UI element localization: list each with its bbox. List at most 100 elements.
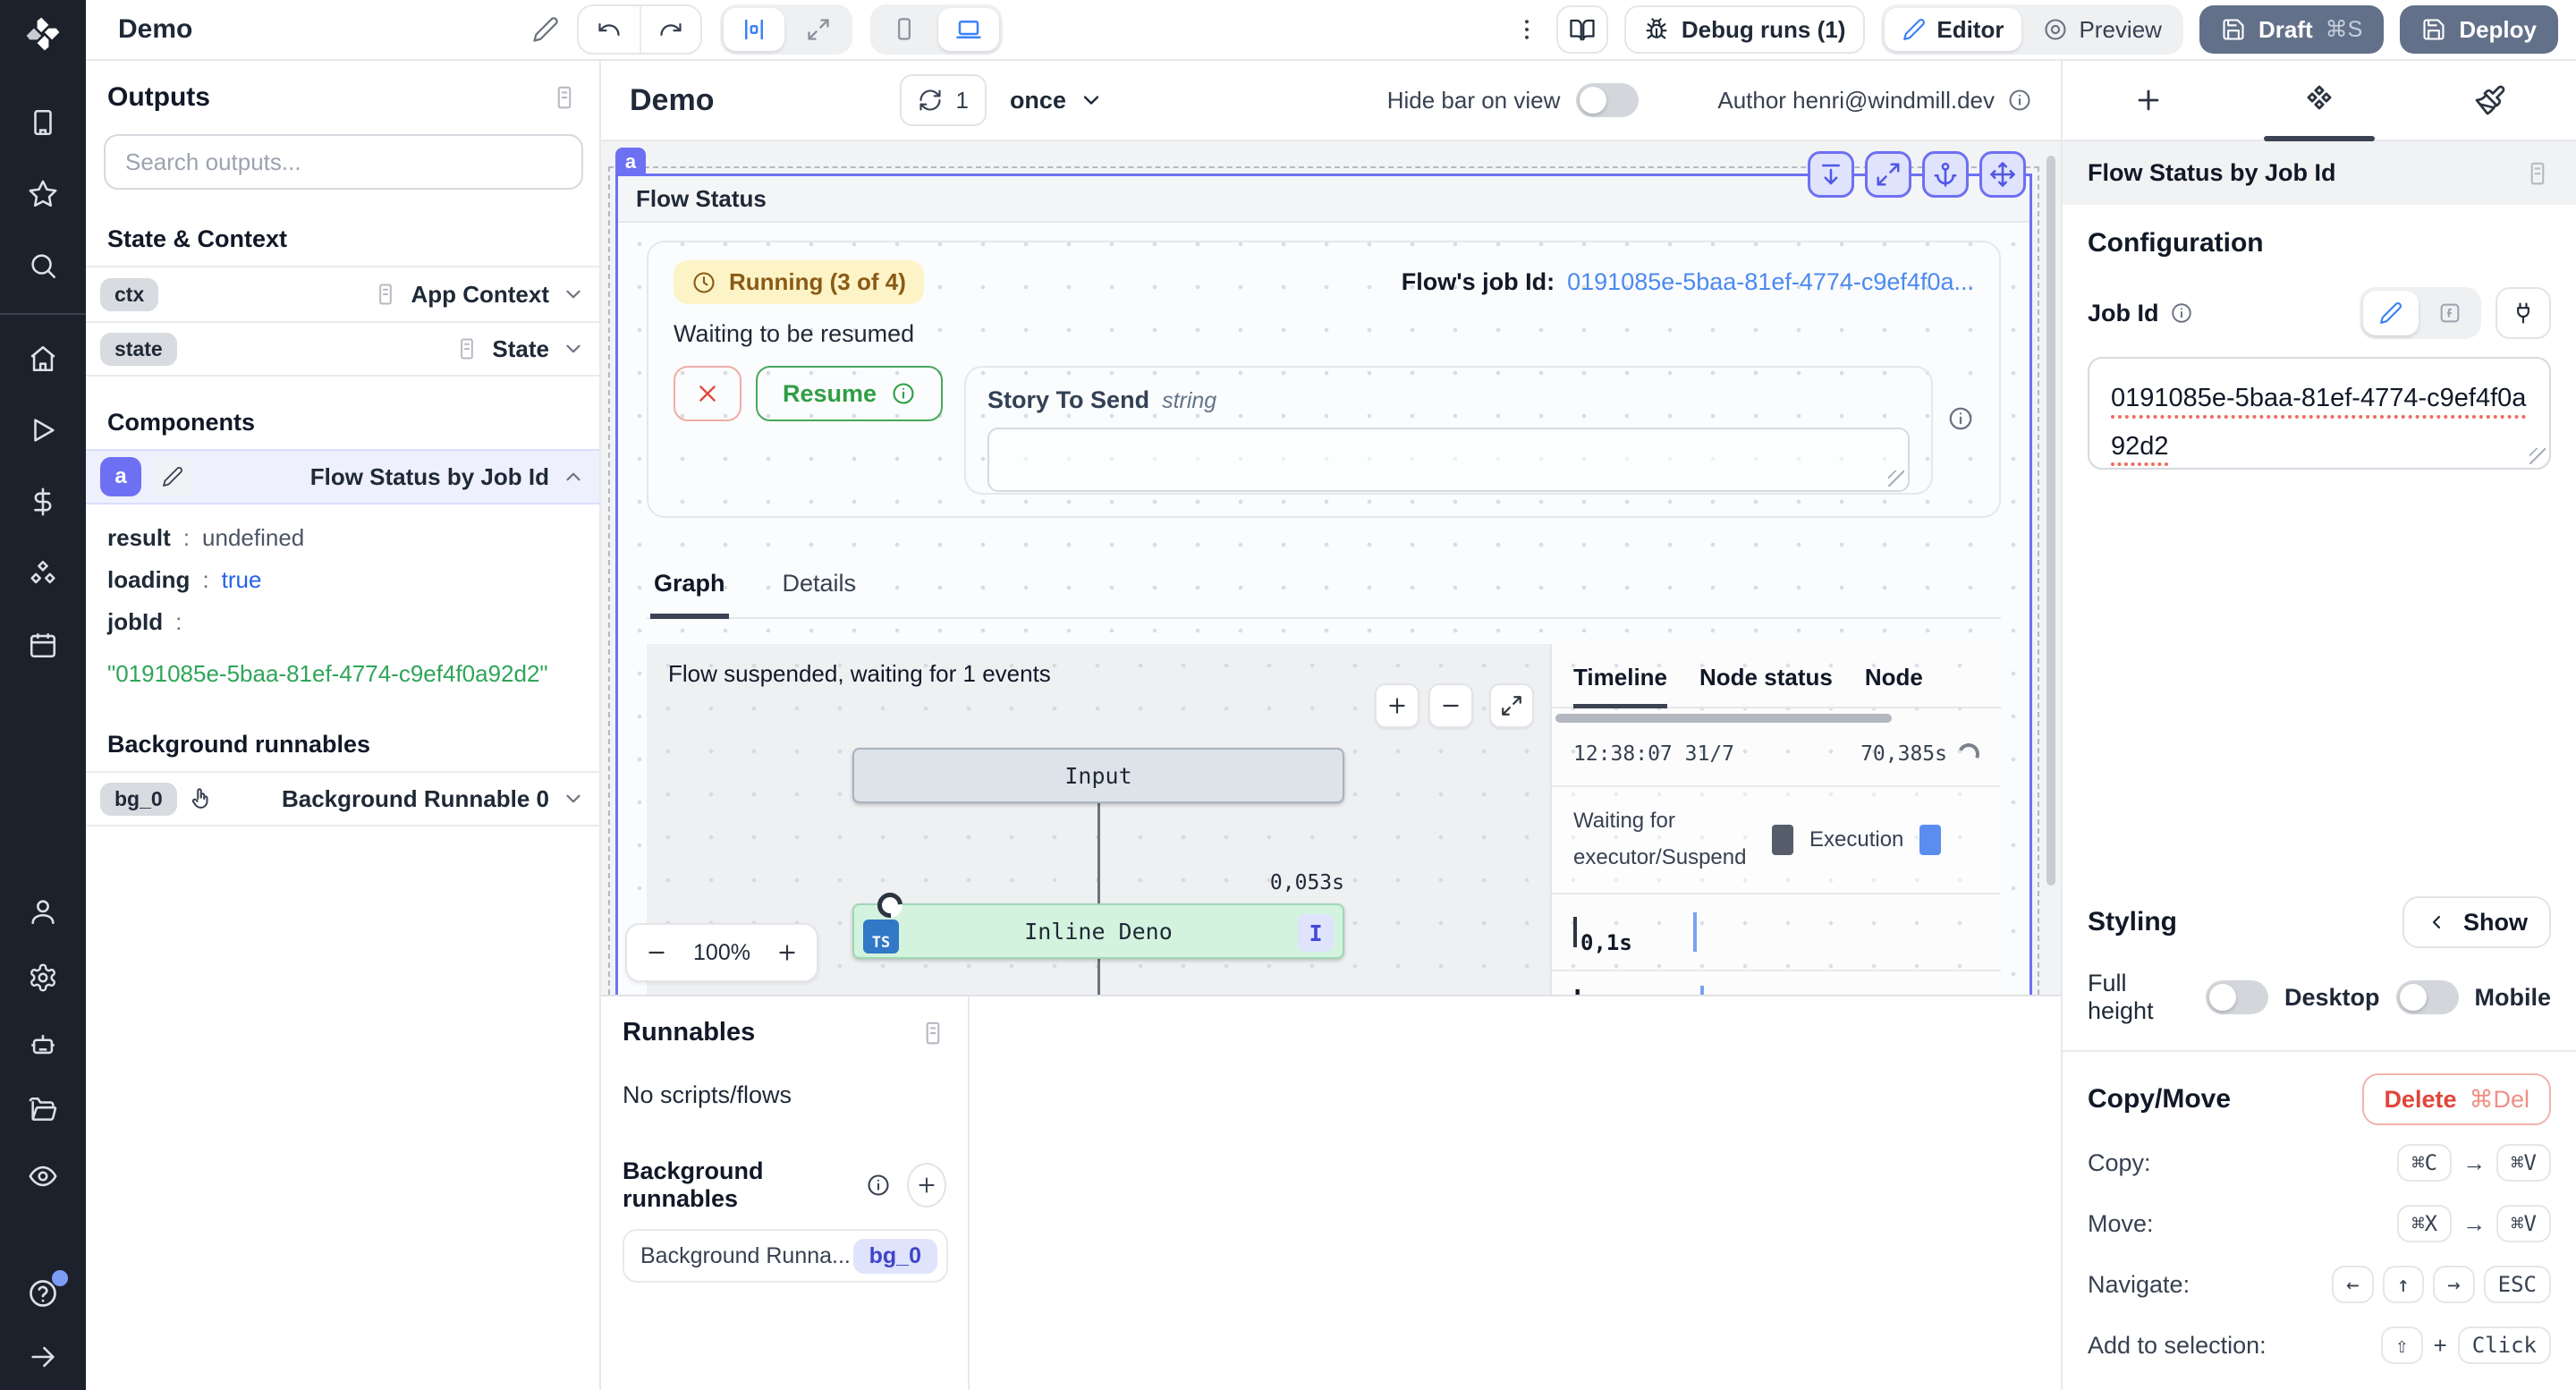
settings-gear-icon[interactable] [28,962,58,993]
user-icon[interactable] [28,896,58,927]
workers-robot-icon[interactable] [28,1029,58,1059]
hide-bar-toggle[interactable] [1576,83,1639,117]
flow-job-id-link[interactable]: 0191085e-5baa-81ef-4774-c9ef4f0a... [1567,268,1974,296]
job-id-input[interactable]: 0191085e-5baa-81ef-4774-c9ef4f0a92d2 [2088,357,2551,470]
jobid-string-value[interactable]: "0191085e-5baa-81ef-4774-c9ef4f0a92d2" [86,657,599,706]
windmill-logo-icon[interactable] [23,14,63,54]
schedules-calendar-icon[interactable] [28,630,58,660]
full-height-toggle[interactable] [2206,980,2268,1014]
zoom-out-button[interactable] [1428,683,1473,728]
panel-doc-icon[interactable] [919,1020,946,1047]
rename-pencil-icon[interactable] [152,457,193,496]
more-menu-kebab-icon[interactable] [1513,16,1540,43]
tab-node-status[interactable]: Node status [1699,655,1833,707]
cancel-x-button[interactable] [674,366,741,421]
refresh-count-box[interactable]: 1 [900,74,986,126]
edit-title-pencil-icon[interactable] [532,16,559,43]
zoom-in-button[interactable] [1375,683,1419,728]
state-row[interactable]: state State [86,321,599,377]
component-settings-tab[interactable] [2233,61,2404,140]
story-textarea[interactable] [987,428,1910,492]
info-icon[interactable] [2007,88,2032,113]
schedule-dropdown[interactable]: once [1010,87,1104,114]
folders-icon[interactable] [28,1095,58,1125]
flow-graph[interactable]: Flow suspended, waiting for 1 events Inp… [647,644,1550,995]
undo-redo-group [577,4,702,55]
static-input-pencil-button[interactable] [2363,291,2419,335]
search-outputs-input[interactable] [104,134,583,190]
delete-button[interactable]: Delete ⌘Del [2362,1073,2551,1125]
timeline-panel: Timeline Node status Node 12:38:07 31/7 [1550,644,2001,995]
redo-button[interactable] [640,6,700,53]
info-icon[interactable] [2170,301,2193,325]
ctx-row[interactable]: ctx App Context [86,266,599,321]
mobile-view-button[interactable] [874,8,935,51]
resume-button[interactable]: Resume [756,366,943,421]
chevron-up-icon[interactable] [562,465,585,488]
favorites-star-icon[interactable] [28,179,58,209]
draft-button[interactable]: Draft ⌘S [2199,5,2384,54]
workspace-icon[interactable] [28,107,58,138]
expand-down-icon[interactable] [1808,151,1854,198]
docs-book-button[interactable] [1556,5,1608,54]
fit-view-button[interactable] [1489,683,1534,728]
zoom-minus-button[interactable] [632,928,681,977]
node-input[interactable]: Input [852,748,1344,803]
zoom-plus-button[interactable] [763,928,811,977]
center-canvas-button[interactable] [724,8,784,51]
help-button[interactable] [27,1277,59,1309]
info-icon[interactable] [1947,405,1974,432]
anchor-icon[interactable] [1922,151,1969,198]
resize-handle[interactable] [2529,448,2546,464]
tab-details[interactable]: Details [779,561,860,617]
canvas-vertical-scrollbar[interactable] [2046,156,2055,886]
audit-eye-icon[interactable] [28,1161,58,1191]
tab-graph[interactable]: Graph [650,561,729,619]
runs-play-icon[interactable] [28,415,58,445]
node-inline-deno[interactable]: TS Inline Deno I [852,903,1344,959]
fullscreen-canvas-button[interactable] [788,8,849,51]
show-styling-button[interactable]: Show [2402,896,2551,948]
panel-doc-icon[interactable] [2524,160,2551,187]
kbd-cmd-c: ⌘C [2397,1144,2452,1182]
flow-status-component[interactable]: a Flow Status [615,174,2032,995]
add-bg-runnable-button[interactable] [907,1163,946,1208]
bg-runnable-item[interactable]: Background Runna... bg_0 [623,1229,948,1283]
timeline-horizontal-scrollbar[interactable] [1555,714,1892,723]
search-icon[interactable] [28,250,58,281]
connect-plug-button[interactable] [2496,287,2551,339]
bg-runnable-row[interactable]: bg_0 Background Runnable 0 [86,771,599,826]
variables-dollar-icon[interactable] [28,487,58,517]
undo-button[interactable] [579,6,640,53]
info-icon[interactable] [866,1173,891,1198]
fx-expression-button[interactable] [2422,291,2478,335]
chevron-down-icon[interactable] [562,337,585,360]
move-icon[interactable] [1979,151,2026,198]
tab-timeline[interactable]: Timeline [1573,655,1667,708]
desktop-toggle[interactable] [2396,980,2459,1014]
resize-handle[interactable] [1888,470,1904,487]
chevron-down-icon[interactable] [562,283,585,306]
app-canvas[interactable]: a Flow Status [601,141,2061,995]
tab-node[interactable]: Node [1865,655,1923,707]
styling-brush-tab[interactable] [2405,61,2576,140]
component-a-row[interactable]: a Flow Status by Job Id [86,449,599,504]
editor-tab[interactable]: Editor [1885,8,2021,51]
bg-runnables-title: Background runnables [623,1157,853,1213]
chevron-down-icon[interactable] [562,787,585,810]
debug-runs-button[interactable]: Debug runs (1) [1624,5,1865,54]
desktop-view-button[interactable] [938,8,999,51]
maximize-icon[interactable] [1865,151,1911,198]
home-icon[interactable] [28,343,58,374]
result-prop[interactable]: result:undefined [107,517,578,559]
component-id-tab[interactable]: a [615,148,646,176]
waiting-color-swatch [1772,825,1793,855]
jobid-prop[interactable]: jobId: [107,601,578,643]
loading-prop[interactable]: loading:true [107,559,578,601]
panel-doc-icon[interactable] [551,84,578,111]
insert-component-tab[interactable] [2063,61,2233,140]
collapse-arrow-icon[interactable] [28,1342,58,1372]
deploy-button[interactable]: Deploy [2400,5,2558,54]
resources-boxes-icon[interactable] [28,558,58,589]
preview-tab[interactable]: Preview [2025,8,2179,51]
